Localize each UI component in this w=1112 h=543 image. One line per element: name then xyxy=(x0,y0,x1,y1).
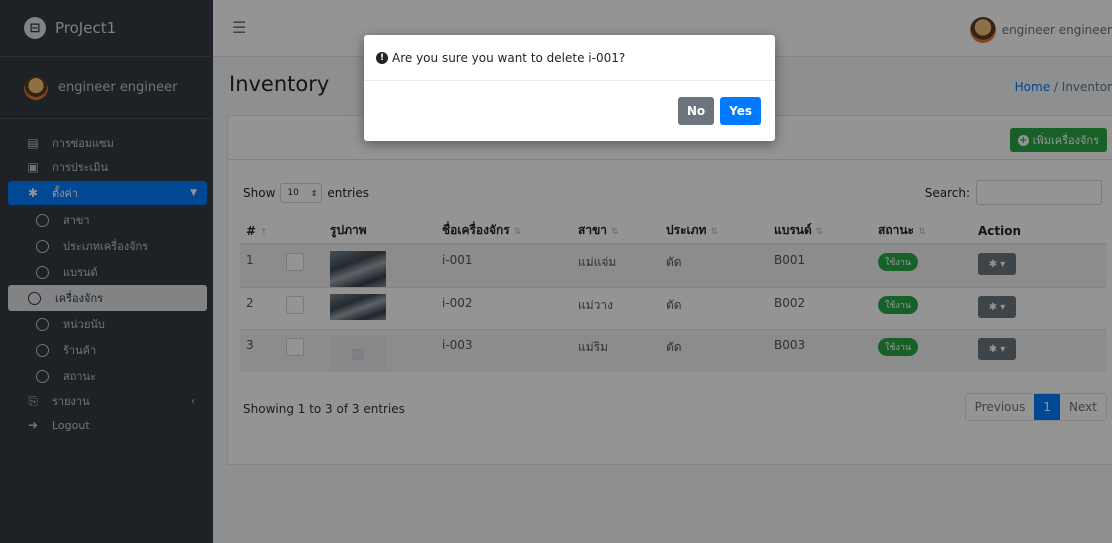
dialog-header: ! Are you sure you want to delete i-001? xyxy=(364,35,775,81)
delete-confirm-dialog: ! Are you sure you want to delete i-001?… xyxy=(364,35,775,141)
yes-button[interactable]: Yes xyxy=(720,97,761,125)
dialog-message: Are you sure you want to delete i-001? xyxy=(392,50,626,65)
exclamation-circle-icon: ! xyxy=(376,51,388,64)
no-button[interactable]: No xyxy=(677,97,715,125)
dialog-footer: No Yes xyxy=(677,97,761,125)
